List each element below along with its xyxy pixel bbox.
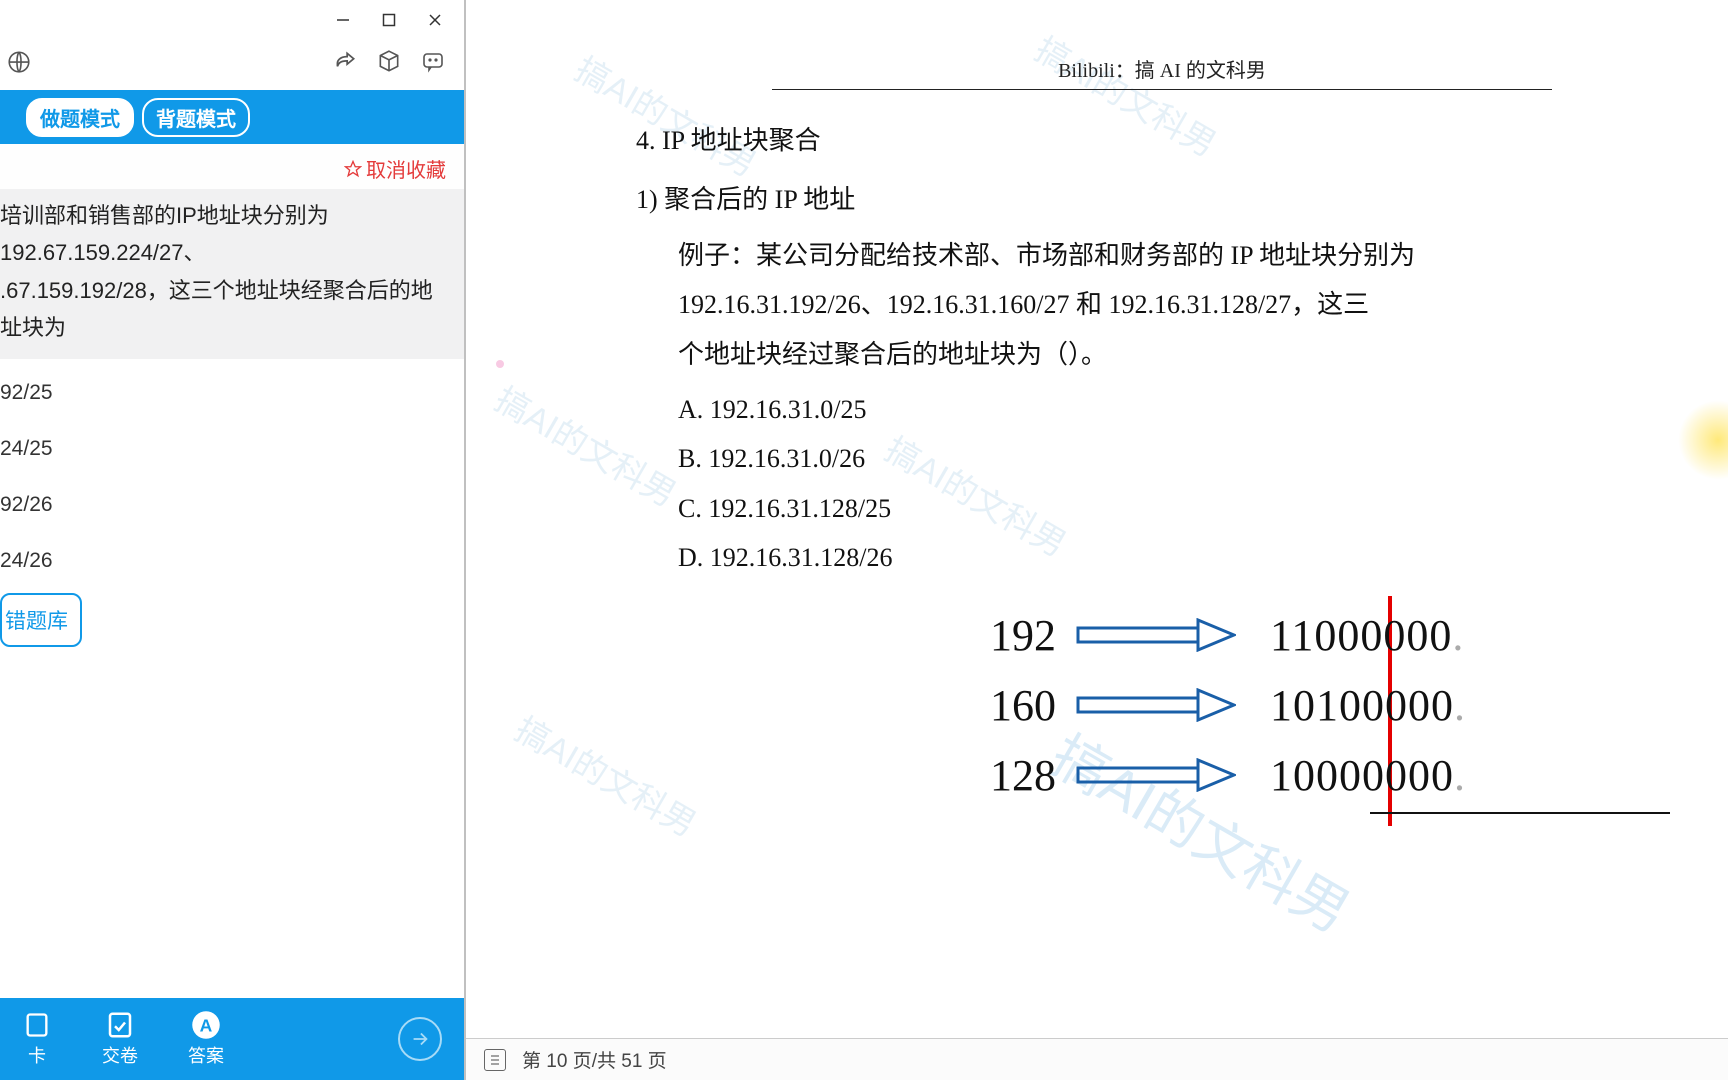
- wrong-question-button[interactable]: 错题库: [0, 593, 82, 647]
- cube-icon[interactable]: [376, 49, 402, 75]
- card-icon: [22, 1010, 52, 1040]
- window-controls: [0, 0, 464, 40]
- option-c[interactable]: 92/26: [0, 493, 464, 517]
- question-line-1: 培训部和销售部的IP地址块分别为192.67.159.224/27、: [0, 197, 454, 272]
- nav-card[interactable]: 卡: [22, 1010, 52, 1068]
- nav-submit[interactable]: 交卷: [102, 1010, 138, 1068]
- nav-card-label: 卡: [28, 1042, 46, 1068]
- doc-example-line-1: 例子：某公司分配给技术部、市场部和财务部的 IP 地址块分别为: [678, 231, 1688, 280]
- arrow-icon: [1076, 688, 1246, 722]
- binary-row: 192 11000000.: [956, 600, 1728, 670]
- doc-header: Bilibili：搞 AI 的文科男: [772, 54, 1552, 90]
- watermark: 搞AI的文科男: [507, 703, 707, 846]
- nav-answer[interactable]: A 答案: [188, 1010, 224, 1068]
- option-b[interactable]: 24/25: [0, 437, 464, 461]
- binary-bits: 11000000.: [1246, 610, 1546, 661]
- chat-icon[interactable]: [420, 49, 446, 75]
- doc-option-d: D. 192.16.31.128/26: [678, 533, 1688, 582]
- binary-bits: 10000000.: [1246, 750, 1546, 801]
- nav-submit-label: 交卷: [102, 1042, 138, 1068]
- mode-bar: 做题模式 背题模式: [0, 90, 464, 144]
- page-status-bar: 第 10 页/共 51 页: [466, 1038, 1728, 1080]
- doc-option-c: C. 192.16.31.128/25: [678, 484, 1688, 533]
- binary-row: 160 10100000.: [956, 670, 1728, 740]
- document-body: Bilibili：搞 AI 的文科男 4. IP 地址块聚合 1) 聚合后的 I…: [466, 0, 1728, 583]
- mode-quiz[interactable]: 做题模式: [26, 98, 134, 137]
- globe-icon[interactable]: [6, 49, 32, 75]
- mode-review[interactable]: 背题模式: [142, 98, 250, 137]
- option-a[interactable]: 92/25: [0, 381, 464, 405]
- page-status-text: 第 10 页/共 51 页: [522, 1046, 667, 1073]
- svg-text:A: A: [200, 1015, 213, 1035]
- result-underline-icon: [1370, 812, 1670, 814]
- nav-next[interactable]: [398, 1017, 442, 1061]
- doc-example-line-3: 个地址块经过聚合后的地址块为（）。: [678, 330, 1688, 379]
- question-line-2: .67.159.192/28，这三个地址块经聚合后的地址块为: [0, 272, 454, 347]
- document-panel: 搞AI的文科男 搞AI的文科男 搞AI的文科男 搞AI的文科男 搞AI的文科男 …: [466, 0, 1728, 1080]
- maximize-icon[interactable]: [380, 11, 398, 29]
- doc-example-line-2: 192.16.31.192/26、192.16.31.160/27 和 192.…: [678, 280, 1688, 329]
- doc-option-a: A. 192.16.31.0/25: [678, 385, 1688, 434]
- answer-icon: A: [191, 1010, 221, 1040]
- answer-options: 92/25 24/25 92/26 24/26: [0, 359, 464, 591]
- arrow-icon: [1076, 618, 1246, 652]
- app-toolbar: [0, 40, 464, 90]
- binary-dec: 128: [956, 750, 1076, 801]
- doc-heading-4: 4. IP 地址块聚合: [636, 116, 1688, 165]
- arrow-icon: [1076, 758, 1246, 792]
- minimize-icon[interactable]: [334, 11, 352, 29]
- share-icon[interactable]: [332, 49, 358, 75]
- binary-row: 128 10000000.: [956, 740, 1728, 810]
- binary-dec: 160: [956, 680, 1076, 731]
- favorite-label: 取消收藏: [366, 154, 446, 183]
- close-icon[interactable]: [426, 11, 444, 29]
- page-layout-icon[interactable]: [484, 1049, 506, 1071]
- favorite-toggle[interactable]: 取消收藏: [0, 144, 464, 189]
- binary-bits: 10100000.: [1246, 680, 1546, 731]
- submit-icon: [105, 1010, 135, 1040]
- binary-dec: 192: [956, 610, 1076, 661]
- question-text: 培训部和销售部的IP地址块分别为192.67.159.224/27、 .67.1…: [0, 189, 464, 359]
- option-d[interactable]: 24/26: [0, 549, 464, 573]
- star-icon: [344, 160, 362, 178]
- quiz-app-panel: 做题模式 背题模式 取消收藏 培训部和销售部的IP地址块分别为192.67.15…: [0, 0, 466, 1080]
- doc-heading-1-1: 1) 聚合后的 IP 地址: [636, 175, 1688, 224]
- nav-answer-label: 答案: [188, 1042, 224, 1068]
- binary-diagram: 192 11000000. 160 10100000. 128 10000000…: [956, 600, 1728, 810]
- doc-option-b: B. 192.16.31.0/26: [678, 434, 1688, 483]
- bottom-nav: 卡 交卷 A 答案: [0, 998, 464, 1080]
